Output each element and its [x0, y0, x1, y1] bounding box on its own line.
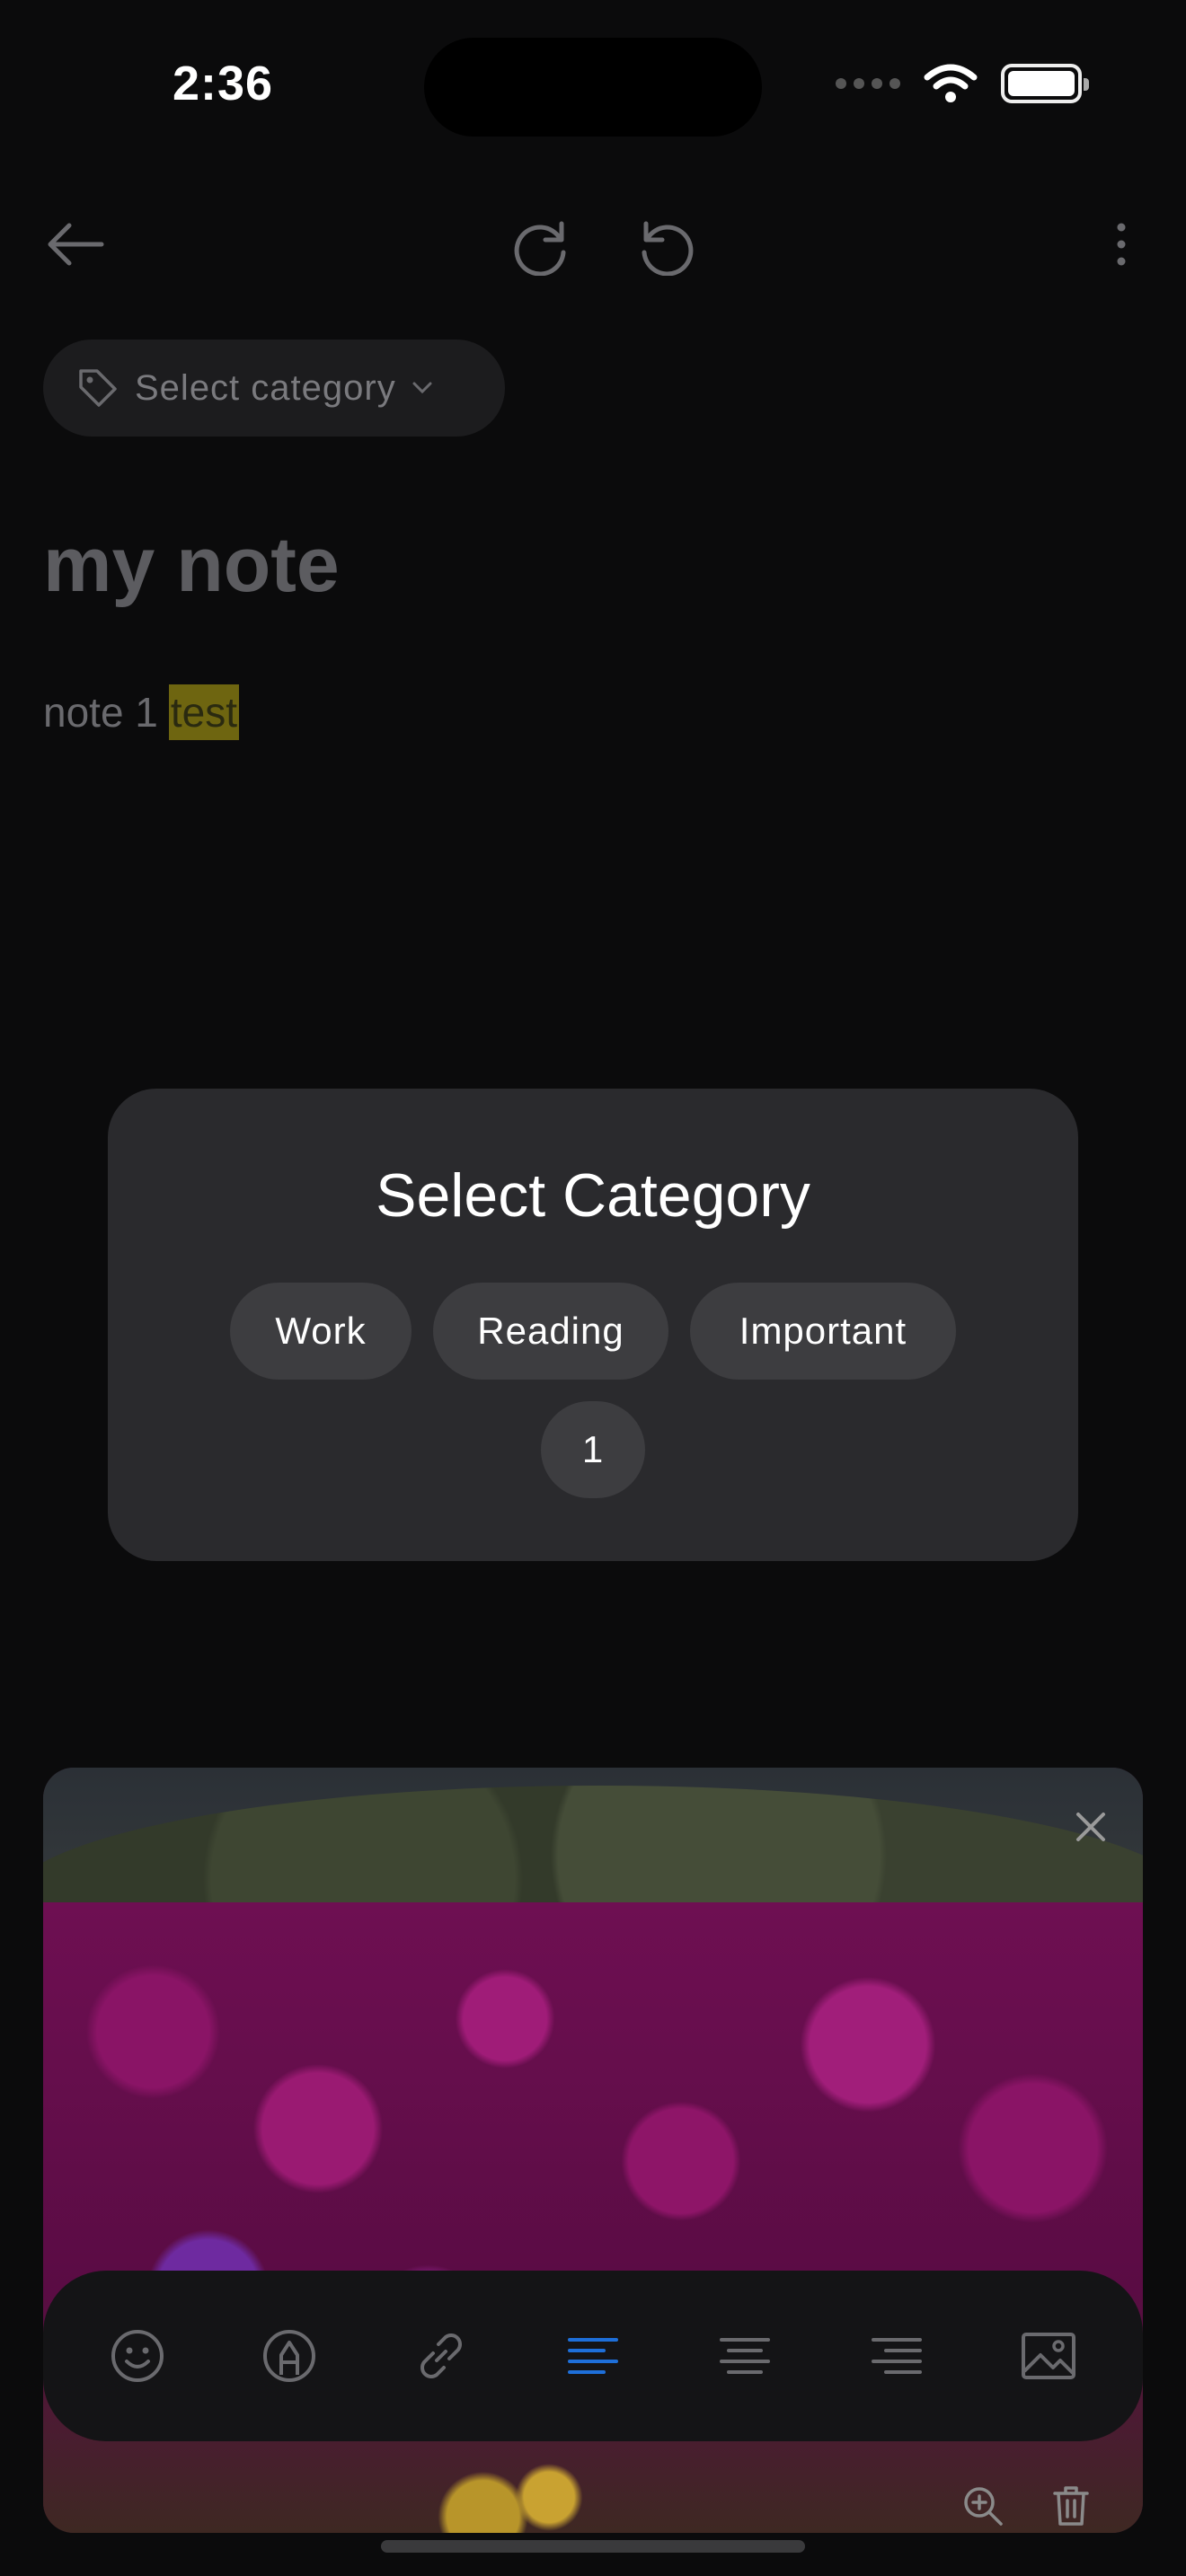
highlighter-icon	[262, 2330, 315, 2382]
highlighter-button[interactable]	[249, 2316, 330, 2396]
link-button[interactable]	[401, 2316, 482, 2396]
emoji-icon	[111, 2330, 164, 2382]
image-icon	[1022, 2333, 1076, 2379]
wifi-icon	[924, 64, 978, 102]
select-category-dialog: Select Category Work Reading Important 1	[108, 1089, 1078, 1561]
note-body-text: note 1	[43, 689, 158, 736]
back-arrow-icon	[48, 223, 104, 266]
category-option-1[interactable]: 1	[541, 1401, 645, 1498]
link-icon	[420, 2333, 462, 2378]
category-label: Select category	[135, 367, 396, 408]
trash-icon	[1053, 2486, 1089, 2526]
align-right-icon	[872, 2338, 923, 2374]
select-category-button[interactable]: Select category	[43, 340, 505, 437]
insert-image-button[interactable]	[1008, 2316, 1089, 2396]
category-option-important[interactable]: Important	[690, 1283, 956, 1380]
signal-icon	[836, 78, 900, 89]
category-option-reading[interactable]: Reading	[433, 1283, 668, 1380]
note-body[interactable]: note 1 test	[43, 684, 240, 740]
battery-icon	[1001, 64, 1089, 103]
highlighted-text: test	[168, 684, 240, 740]
status-icons	[836, 61, 1089, 106]
align-left-icon	[567, 2338, 618, 2374]
redo-icon	[514, 221, 566, 276]
more-vertical-icon	[1117, 223, 1126, 266]
back-button[interactable]	[40, 208, 111, 280]
category-options-row-2: 1	[108, 1401, 1078, 1498]
align-center-button[interactable]	[704, 2316, 785, 2396]
formatting-toolbar	[43, 2271, 1143, 2441]
undo-button[interactable]	[629, 208, 704, 284]
more-options-button[interactable]	[1085, 208, 1157, 280]
close-icon	[1076, 1813, 1105, 1841]
category-option-work[interactable]: Work	[230, 1283, 412, 1380]
category-options-row: Work Reading Important	[108, 1283, 1078, 1380]
undo-icon	[642, 221, 694, 276]
chevron-down-icon	[412, 382, 432, 394]
zoom-in-icon	[964, 2487, 1003, 2526]
tag-icon	[79, 369, 117, 407]
delete-image-button[interactable]	[1051, 2484, 1091, 2532]
remove-image-button[interactable]	[1062, 1798, 1120, 1856]
align-left-button[interactable]	[553, 2316, 633, 2396]
redo-button[interactable]	[503, 208, 579, 284]
status-time: 2:36	[173, 57, 274, 110]
home-indicator	[381, 2540, 805, 2553]
dynamic-island	[424, 38, 762, 137]
emoji-button[interactable]	[97, 2316, 178, 2396]
zoom-image-button[interactable]	[961, 2484, 1005, 2532]
align-right-button[interactable]	[856, 2316, 937, 2396]
dialog-title: Select Category	[376, 1161, 810, 1230]
note-title[interactable]: my note	[43, 521, 340, 610]
align-center-icon	[720, 2338, 771, 2374]
